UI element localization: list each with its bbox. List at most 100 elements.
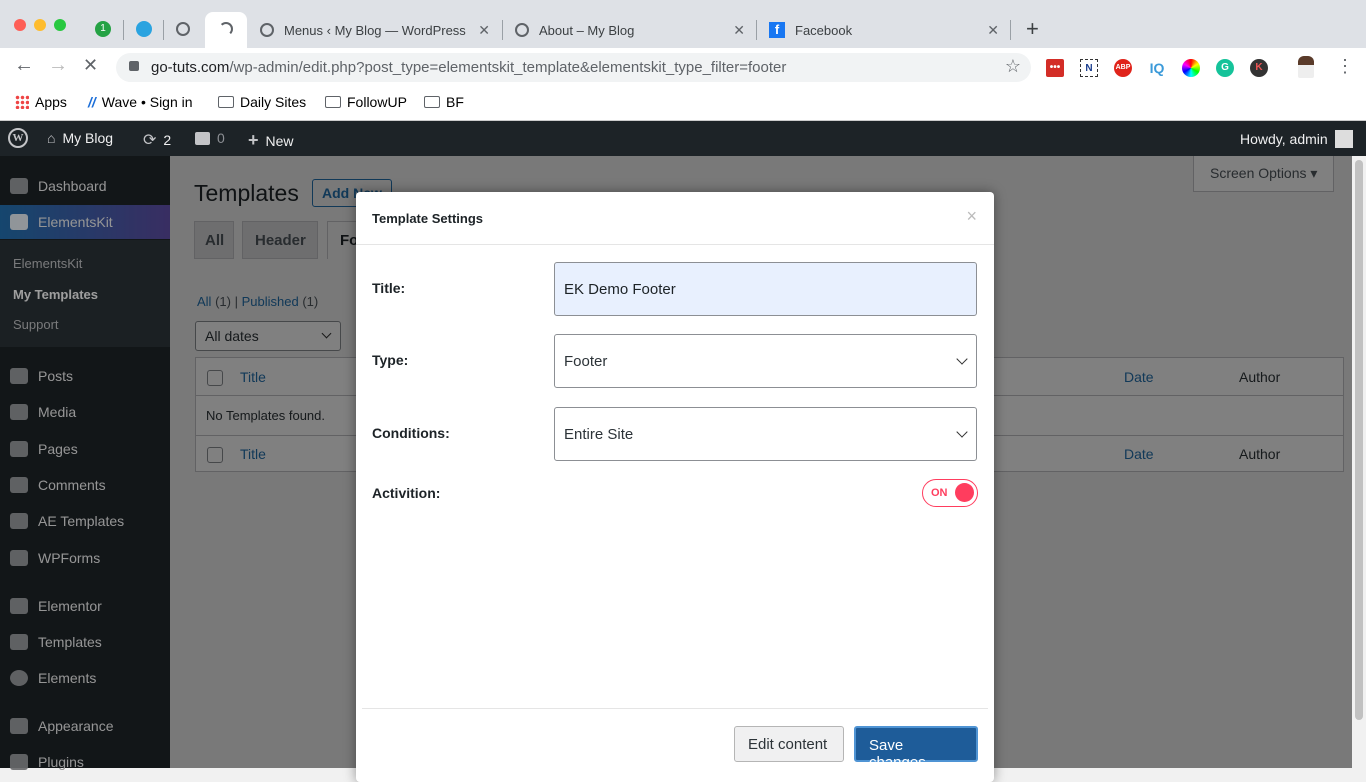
sidebar-item-label: WPForms (38, 550, 101, 566)
column-title[interactable]: Title (240, 369, 266, 385)
submenu-my-templates[interactable]: My Templates (13, 287, 98, 302)
title-input[interactable]: EK Demo Footer (554, 262, 977, 316)
type-select[interactable]: Footer (554, 334, 977, 388)
url-path: /wp-admin/edit.php?post_type=elementskit… (229, 59, 787, 76)
updates-count: 2 (163, 132, 172, 148)
sidebar-item-comments[interactable]: Comments (0, 468, 170, 502)
profile-avatar[interactable] (1298, 56, 1314, 78)
bookmark-label: Wave • Sign in (101, 94, 193, 110)
bookmark-followup[interactable]: FollowUP (325, 94, 407, 110)
bookmark-daily-sites[interactable]: Daily Sites (218, 94, 306, 110)
new-label: New (265, 132, 294, 149)
pin-icon (10, 368, 28, 384)
k-extension-icon[interactable]: K (1250, 59, 1268, 77)
bookmark-star-icon[interactable]: ☆ (1005, 56, 1021, 77)
save-changes-button[interactable]: Save changes (854, 726, 978, 771)
date-filter-select[interactable]: All dates (195, 321, 341, 351)
browser-tab-bar: 1 Menus ‹ My Blog — WordPress ✕ About – M… (0, 0, 1366, 48)
sidebar-item-ae-templates[interactable]: AE Templates (0, 504, 170, 538)
tab-label: Menus ‹ My Blog — WordPress (284, 22, 466, 38)
sidebar-item-pages[interactable]: Pages (0, 432, 170, 466)
pin-icon (10, 513, 28, 529)
admin-bar-comments[interactable]: 0 (195, 130, 225, 146)
edit-content-button[interactable]: Edit content (734, 726, 844, 762)
sidebar-item-wpforms[interactable]: WPForms (0, 541, 170, 575)
filter-published[interactable]: Published (242, 294, 299, 309)
elementskit-icon (10, 214, 28, 230)
admin-bar-site[interactable]: ⌂ My Blog (47, 130, 113, 146)
sidebar-item-posts[interactable]: Posts (0, 359, 170, 393)
active-tab-loading[interactable] (205, 12, 247, 48)
browser-menu-icon[interactable]: ⋮ (1336, 56, 1354, 77)
tab-all[interactable]: All (194, 221, 234, 259)
dashboard-icon (10, 178, 28, 194)
sidebar-item-media[interactable]: Media (0, 395, 170, 429)
submenu-elementskit[interactable]: ElementsKit (13, 256, 82, 271)
forward-button[interactable]: → (48, 54, 68, 77)
page-scrollbar[interactable] (1352, 156, 1366, 768)
column-date-footer[interactable]: Date (1124, 446, 1154, 462)
close-tab-icon[interactable]: ✕ (733, 22, 745, 39)
url-bar[interactable]: go-tuts.com/wp-admin/edit.php?post_type=… (116, 53, 1031, 82)
sidebar-item-label: Media (38, 404, 77, 420)
conditions-label: Conditions: (372, 425, 450, 441)
close-window-button[interactable] (14, 19, 26, 31)
conditions-select[interactable]: Entire Site (554, 407, 977, 461)
admin-bar-updates[interactable]: ⟳ 2 (143, 130, 171, 150)
sidebar-item-elementor[interactable]: Elementor (0, 589, 170, 623)
color-picker-icon[interactable] (1182, 59, 1200, 77)
filter-all[interactable]: All (197, 294, 211, 309)
bookmark-bf[interactable]: BF (424, 94, 464, 110)
url-host: go-tuts.com (151, 59, 230, 76)
submenu-support[interactable]: Support (13, 317, 59, 332)
sidebar-item-label: Templates (38, 634, 102, 650)
maximize-window-button[interactable] (54, 19, 66, 31)
sidebar-item-templates[interactable]: Templates (0, 625, 170, 659)
folder-icon (424, 96, 440, 108)
wordpress-logo-icon[interactable]: W (8, 128, 28, 148)
bookmark-apps[interactable]: Apps (15, 94, 67, 110)
bookmark-wave[interactable]: // Wave • Sign in (88, 94, 193, 110)
sidebar-item-elementskit[interactable]: ElementsKit (0, 205, 170, 239)
admin-bar-new[interactable]: + New (248, 130, 294, 151)
close-tab-icon[interactable]: ✕ (478, 22, 490, 39)
close-tab-icon[interactable]: ✕ (987, 22, 999, 39)
stop-loading-button[interactable]: ✕ (83, 55, 98, 76)
column-title-footer[interactable]: Title (240, 446, 266, 462)
activation-toggle[interactable]: ON (922, 479, 978, 507)
sidebar-item-plugins[interactable]: Plugins (0, 745, 170, 779)
adblock-icon[interactable]: ABP (1114, 59, 1132, 77)
tab-header[interactable]: Header (242, 221, 318, 259)
column-date[interactable]: Date (1124, 369, 1154, 385)
updates-icon: ⟳ (143, 132, 157, 149)
iq-icon[interactable]: IQ (1148, 59, 1166, 77)
pinned-tab-telegram[interactable] (136, 21, 152, 37)
tab-about[interactable]: About – My Blog ✕ (505, 12, 755, 48)
sidebar-item-appearance[interactable]: Appearance (0, 709, 170, 743)
column-author: Author (1239, 369, 1281, 385)
lastpass-icon[interactable]: ••• (1046, 59, 1064, 77)
back-button[interactable]: ← (14, 54, 34, 77)
pinned-tab-globe-icon[interactable] (176, 22, 190, 36)
elementor-icon (10, 598, 28, 614)
screen-options-button[interactable]: Screen Options ▾ (1193, 156, 1335, 192)
wpforms-icon (10, 550, 28, 566)
bookmark-label: Apps (35, 94, 67, 110)
filter-published-count: (1) (302, 294, 319, 309)
tab-menus[interactable]: Menus ‹ My Blog — WordPress ✕ (250, 12, 500, 48)
admin-bar-account[interactable]: Howdy, admin (1240, 130, 1353, 148)
new-tab-button[interactable]: + (1026, 16, 1039, 42)
sidebar-item-dashboard[interactable]: Dashboard (0, 169, 170, 203)
pages-icon (10, 441, 28, 457)
pinned-tab-whatsapp[interactable]: 1 (95, 21, 111, 37)
minimize-window-button[interactable] (34, 19, 46, 31)
sidebar-item-elements[interactable]: Elements (0, 661, 170, 695)
grammarly-icon[interactable]: G (1216, 59, 1234, 77)
filter-separator: | (234, 294, 238, 309)
nimbus-icon[interactable]: N (1080, 59, 1098, 77)
close-icon[interactable]: × (966, 206, 977, 227)
select-all-checkbox-footer[interactable] (207, 447, 223, 463)
media-icon (10, 404, 28, 420)
tab-facebook[interactable]: f Facebook ✕ (759, 12, 1009, 48)
select-all-checkbox[interactable] (207, 370, 223, 386)
